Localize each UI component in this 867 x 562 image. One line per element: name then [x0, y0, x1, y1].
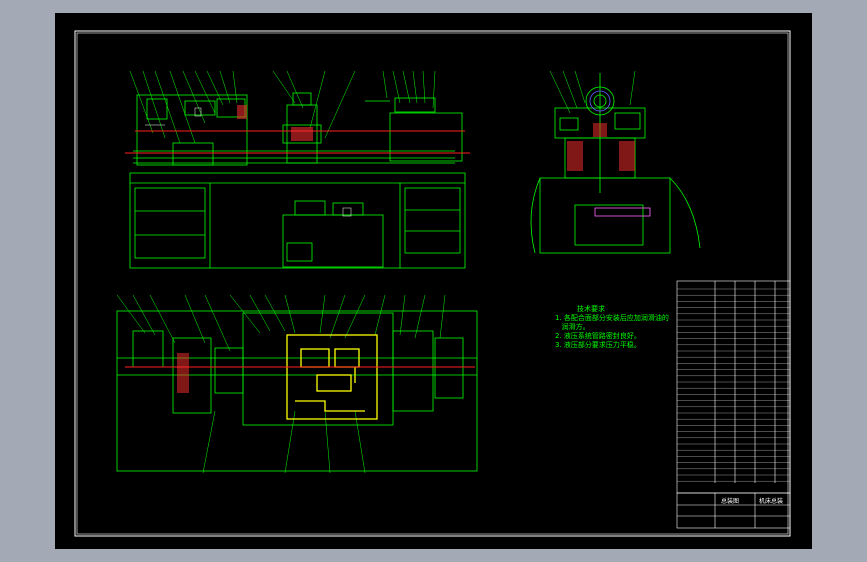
title-block-company: 机床总装 [759, 497, 783, 505]
side-view-highlight [594, 207, 651, 217]
tech-requirements-line: 润滑方。 [555, 323, 590, 331]
front-view [129, 70, 466, 269]
parts-list-rows [677, 288, 790, 482]
tech-requirements-line: 3. 液压部分要求压力平稳。 [555, 341, 641, 349]
drawing-sheet: 总装图 机床总装 技术要求 1. 各配合面部分安装后应加润滑油的 润滑方。 2.… [55, 13, 812, 549]
side-view [530, 70, 701, 254]
cad-drawing: 总装图 机床总装 [74, 30, 791, 537]
title-block-drawing-name: 总装图 [721, 497, 739, 505]
plan-view [116, 294, 478, 474]
drawing-viewer: 总装图 机床总装 技术要求 1. 各配合面部分安装后应加润滑油的 润滑方。 2.… [0, 0, 867, 562]
tech-requirements: 技术要求 1. 各配合面部分安装后应加润滑油的 润滑方。 2. 液压系统管路密封… [555, 305, 669, 350]
plan-view-sections [177, 353, 189, 393]
front-view-sections [237, 105, 313, 141]
plan-view-hydraulic-circuit [286, 334, 378, 420]
front-view-details [145, 107, 352, 217]
parts-list [676, 280, 791, 494]
tech-requirements-line: 1. 各配合面部分安装后应加润滑油的 [555, 314, 669, 322]
tech-requirements-title: 技术要求 [577, 305, 605, 313]
tech-requirements-line: 2. 液压系统管路密封良好。 [555, 332, 641, 340]
drawing-border-inner [76, 32, 789, 535]
